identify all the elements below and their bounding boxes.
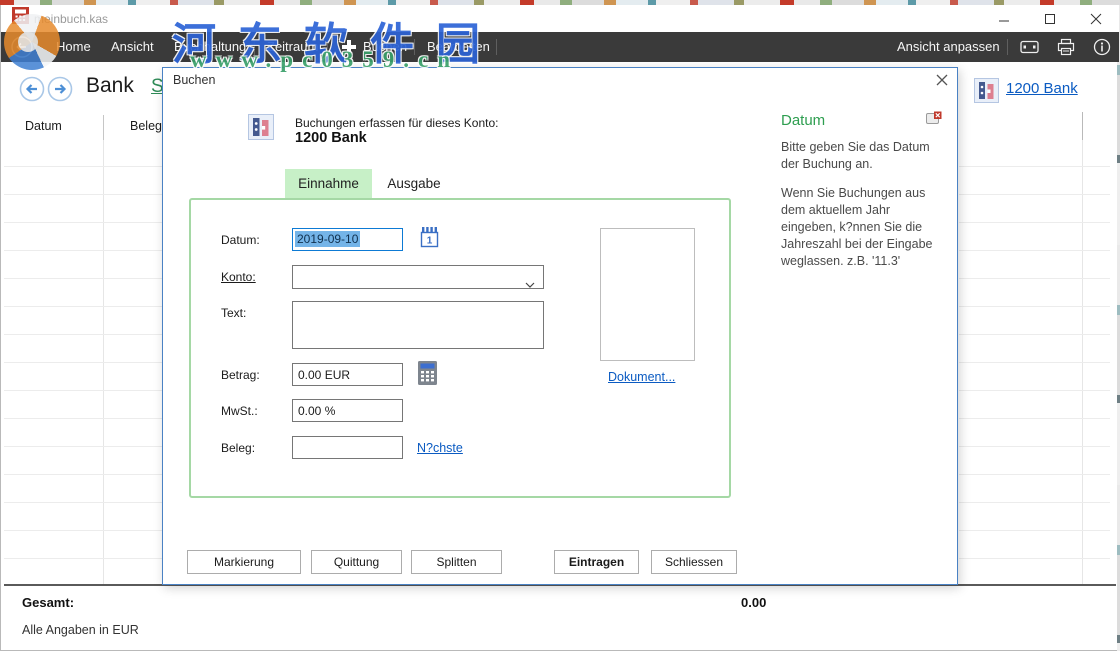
help-paragraph: Wenn Sie Buchungen aus dem aktuellem Jah… bbox=[781, 185, 941, 270]
menu-separator bbox=[414, 39, 415, 55]
buchen-dialog: Buchen Buchungen erfassen für dieses Kon… bbox=[162, 67, 958, 585]
markierung-button[interactable]: Markierung bbox=[187, 550, 301, 574]
menu-separator bbox=[254, 39, 255, 55]
menu-bearbeiten[interactable]: Bearbeiten bbox=[427, 32, 490, 62]
mwst-input[interactable] bbox=[292, 399, 403, 422]
menu-separator bbox=[496, 39, 497, 55]
mwst-label: MwSt.: bbox=[221, 404, 258, 418]
titlebar: meinbuch.kas bbox=[1, 5, 1119, 32]
menubar: Home Ansicht Buchhaltung Zeitraum Buchen… bbox=[1, 32, 1119, 62]
total-label: Gesamt: bbox=[22, 595, 74, 610]
calendar-icon[interactable]: 1 bbox=[419, 226, 440, 254]
back-icon[interactable] bbox=[10, 35, 34, 64]
plus-icon[interactable] bbox=[341, 39, 357, 60]
menu-separator bbox=[327, 39, 328, 55]
calculator-icon[interactable] bbox=[417, 360, 438, 391]
app-window: meinbuch.kas Home Ansicht Buchhaltung Ze… bbox=[0, 0, 1120, 651]
close-button[interactable] bbox=[1081, 8, 1111, 30]
header-column-divider-right bbox=[1082, 112, 1083, 140]
account-link[interactable]: 1200 Bank bbox=[1006, 80, 1078, 97]
table-rows-right bbox=[959, 139, 1110, 584]
tab-einnahme[interactable]: Einnahme bbox=[285, 169, 372, 198]
naechste-link[interactable]: N?chste bbox=[417, 441, 463, 455]
info-icon[interactable] bbox=[1093, 38, 1111, 61]
print-icon[interactable] bbox=[1057, 38, 1075, 61]
svg-text:1: 1 bbox=[427, 236, 433, 247]
column-header-beleg[interactable]: Beleg bbox=[130, 119, 162, 133]
document-preview bbox=[600, 228, 695, 361]
dialog-close-icon[interactable] bbox=[935, 73, 949, 92]
dialog-caption: Buchungen erfassen für dieses Konto: bbox=[295, 116, 498, 130]
betrag-input[interactable] bbox=[292, 363, 403, 386]
dialog-account-name: 1200 Bank bbox=[295, 130, 367, 146]
maximize-button[interactable] bbox=[1035, 8, 1065, 30]
beleg-input[interactable] bbox=[292, 436, 403, 459]
dialog-title: Buchen bbox=[173, 73, 215, 87]
menu-zeitraum[interactable]: Zeitraum bbox=[267, 32, 318, 62]
column-header-datum[interactable]: Datum bbox=[25, 119, 62, 133]
text-label: Text: bbox=[221, 306, 246, 320]
tab-ausgabe[interactable]: Ausgabe bbox=[379, 169, 449, 198]
minimize-button[interactable] bbox=[989, 8, 1019, 30]
text-input[interactable] bbox=[292, 301, 544, 349]
app-icon bbox=[12, 7, 29, 29]
menu-separator bbox=[1007, 39, 1008, 55]
dokument-link[interactable]: Dokument... bbox=[608, 370, 675, 384]
datum-label: Datum: bbox=[221, 233, 260, 247]
table-rows-left bbox=[4, 139, 162, 584]
currency-note: Alle Angaben in EUR bbox=[22, 623, 139, 637]
help-panel: Datum Bitte geben Sie das Datum der Buch… bbox=[781, 112, 941, 282]
quittung-button[interactable]: Quittung bbox=[311, 550, 402, 574]
window-title: meinbuch.kas bbox=[34, 12, 108, 26]
help-title: Datum bbox=[781, 112, 941, 129]
chevron-down-icon bbox=[525, 275, 535, 293]
datum-input[interactable]: 2019-09-10 bbox=[292, 228, 403, 251]
eintragen-button[interactable]: Eintragen bbox=[554, 550, 639, 574]
nav-forward-icon[interactable] bbox=[47, 76, 73, 107]
menu-ansicht-anpassen[interactable]: Ansicht anpassen bbox=[897, 32, 1000, 62]
page-title: Bank bbox=[86, 74, 134, 98]
help-paragraph: Bitte geben Sie das Datum der Buchung an… bbox=[781, 139, 941, 173]
schliessen-button[interactable]: Schliessen bbox=[651, 550, 737, 574]
header-column-divider bbox=[103, 115, 104, 140]
menu-home[interactable]: Home bbox=[56, 32, 91, 62]
help-popout-icon[interactable] bbox=[926, 111, 942, 130]
nav-back-icon[interactable] bbox=[19, 76, 45, 107]
konto-dropdown[interactable] bbox=[292, 265, 544, 289]
menu-buchhaltung[interactable]: Buchhaltung bbox=[174, 32, 246, 62]
betrag-label: Betrag: bbox=[221, 368, 260, 382]
total-value: 0.00 bbox=[741, 595, 766, 610]
menu-ansicht[interactable]: Ansicht bbox=[111, 32, 154, 62]
datum-selected-text: 2019-09-10 bbox=[295, 231, 360, 247]
splitten-button[interactable]: Splitten bbox=[411, 550, 502, 574]
menu-buchen[interactable]: Buchen bbox=[363, 32, 407, 62]
beleg-label: Beleg: bbox=[221, 441, 255, 455]
konto-label-link[interactable]: Konto: bbox=[221, 270, 256, 284]
dialog-ledger-icon bbox=[248, 114, 274, 145]
panel-view-icon[interactable] bbox=[1020, 39, 1039, 60]
account-ledger-icon bbox=[974, 78, 999, 108]
